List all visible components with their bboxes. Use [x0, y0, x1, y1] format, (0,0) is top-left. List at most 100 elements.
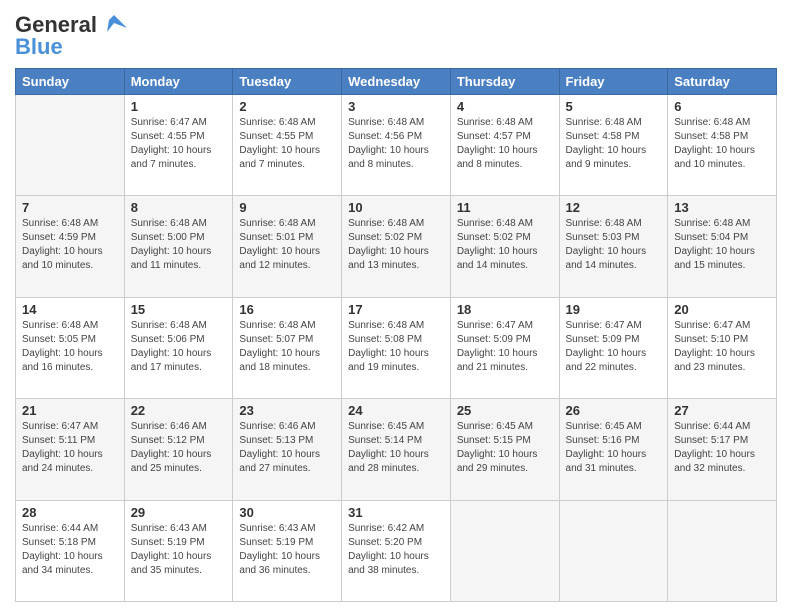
- calendar-week-4: 21 Sunrise: 6:47 AM Sunset: 5:11 PM Dayli…: [16, 399, 777, 500]
- calendar-cell: 8Sunrise: 6:48 AM Sunset: 5:00 PM Daylig…: [124, 196, 233, 297]
- day-number: 11: [457, 200, 553, 215]
- calendar-cell: 13 Sunrise: 6:48 AM Sunset: 5:04 PM Dayli…: [668, 196, 777, 297]
- calendar-cell: 30 Sunrise: 6:43 AM Sunset: 5:19 PM Dayli…: [233, 500, 342, 601]
- calendar-cell: 11 Sunrise: 6:48 AM Sunset: 5:02 PM Dayli…: [450, 196, 559, 297]
- calendar-week-2: 7Sunrise: 6:48 AM Sunset: 4:59 PM Daylig…: [16, 196, 777, 297]
- weekday-header-wednesday: Wednesday: [342, 69, 451, 95]
- day-number: 4: [457, 99, 553, 114]
- day-info: Sunrise: 6:47 AM Sunset: 5:09 PM Dayligh…: [457, 319, 553, 375]
- day-info: Sunrise: 6:48 AM Sunset: 5:01 PM Dayligh…: [239, 217, 335, 273]
- day-number: 17: [348, 302, 444, 317]
- day-info: Sunrise: 6:47 AM Sunset: 4:55 PM Dayligh…: [131, 116, 227, 172]
- calendar-cell: 22 Sunrise: 6:46 AM Sunset: 5:12 PM Dayli…: [124, 399, 233, 500]
- day-info: Sunrise: 6:45 AM Sunset: 5:14 PM Dayligh…: [348, 420, 444, 476]
- calendar-cell: 27 Sunrise: 6:44 AM Sunset: 5:17 PM Dayli…: [668, 399, 777, 500]
- day-info: Sunrise: 6:43 AM Sunset: 5:19 PM Dayligh…: [239, 522, 335, 578]
- calendar-cell: 31 Sunrise: 6:42 AM Sunset: 5:20 PM Dayli…: [342, 500, 451, 601]
- day-number: 13: [674, 200, 770, 215]
- logo-bird-icon: [99, 10, 129, 40]
- day-info: Sunrise: 6:48 AM Sunset: 5:02 PM Dayligh…: [457, 217, 553, 273]
- calendar-cell: 5 Sunrise: 6:48 AM Sunset: 4:58 PM Daylig…: [559, 95, 668, 196]
- day-number: 16: [239, 302, 335, 317]
- calendar-cell: 20Sunrise: 6:47 AM Sunset: 5:10 PM Dayli…: [668, 297, 777, 398]
- calendar-cell: 14 Sunrise: 6:48 AM Sunset: 5:05 PM Dayli…: [16, 297, 125, 398]
- calendar-cell: 15 Sunrise: 6:48 AM Sunset: 5:06 PM Dayli…: [124, 297, 233, 398]
- calendar-cell: [668, 500, 777, 601]
- calendar-cell: 10Sunrise: 6:48 AM Sunset: 5:02 PM Dayli…: [342, 196, 451, 297]
- day-number: 29: [131, 505, 227, 520]
- day-number: 22: [131, 403, 227, 418]
- day-info: Sunrise: 6:42 AM Sunset: 5:20 PM Dayligh…: [348, 522, 444, 578]
- calendar-header-row: SundayMondayTuesdayWednesdayThursdayFrid…: [16, 69, 777, 95]
- day-number: 1: [131, 99, 227, 114]
- day-number: 18: [457, 302, 553, 317]
- day-number: 24: [348, 403, 444, 418]
- calendar-cell: 29 Sunrise: 6:43 AM Sunset: 5:19 PM Dayli…: [124, 500, 233, 601]
- calendar-week-5: 28Sunrise: 6:44 AM Sunset: 5:18 PM Dayli…: [16, 500, 777, 601]
- calendar-cell: 16Sunrise: 6:48 AM Sunset: 5:07 PM Dayli…: [233, 297, 342, 398]
- header: General Blue: [15, 10, 777, 60]
- weekday-header-monday: Monday: [124, 69, 233, 95]
- calendar-table: SundayMondayTuesdayWednesdayThursdayFrid…: [15, 68, 777, 602]
- day-info: Sunrise: 6:48 AM Sunset: 4:56 PM Dayligh…: [348, 116, 444, 172]
- calendar-cell: [450, 500, 559, 601]
- day-info: Sunrise: 6:47 AM Sunset: 5:09 PM Dayligh…: [566, 319, 662, 375]
- day-info: Sunrise: 6:48 AM Sunset: 4:55 PM Dayligh…: [239, 116, 335, 172]
- calendar-cell: 23 Sunrise: 6:46 AM Sunset: 5:13 PM Dayli…: [233, 399, 342, 500]
- calendar-cell: 2Sunrise: 6:48 AM Sunset: 4:55 PM Daylig…: [233, 95, 342, 196]
- calendar-cell: [559, 500, 668, 601]
- day-info: Sunrise: 6:48 AM Sunset: 4:59 PM Dayligh…: [22, 217, 118, 273]
- day-number: 19: [566, 302, 662, 317]
- day-number: 8: [131, 200, 227, 215]
- day-info: Sunrise: 6:47 AM Sunset: 5:10 PM Dayligh…: [674, 319, 770, 375]
- day-info: Sunrise: 6:48 AM Sunset: 5:04 PM Dayligh…: [674, 217, 770, 273]
- calendar-cell: 18 Sunrise: 6:47 AM Sunset: 5:09 PM Dayli…: [450, 297, 559, 398]
- weekday-header-tuesday: Tuesday: [233, 69, 342, 95]
- calendar-week-1: 1 Sunrise: 6:47 AM Sunset: 4:55 PM Daylig…: [16, 95, 777, 196]
- day-number: 31: [348, 505, 444, 520]
- day-number: 26: [566, 403, 662, 418]
- calendar-cell: 6 Sunrise: 6:48 AM Sunset: 4:58 PM Daylig…: [668, 95, 777, 196]
- day-number: 28: [22, 505, 118, 520]
- weekday-header-sunday: Sunday: [16, 69, 125, 95]
- day-number: 10: [348, 200, 444, 215]
- calendar-cell: 25 Sunrise: 6:45 AM Sunset: 5:15 PM Dayli…: [450, 399, 559, 500]
- calendar-cell: 12 Sunrise: 6:48 AM Sunset: 5:03 PM Dayli…: [559, 196, 668, 297]
- calendar-cell: 24 Sunrise: 6:45 AM Sunset: 5:14 PM Dayli…: [342, 399, 451, 500]
- weekday-header-saturday: Saturday: [668, 69, 777, 95]
- day-info: Sunrise: 6:48 AM Sunset: 5:03 PM Dayligh…: [566, 217, 662, 273]
- day-number: 15: [131, 302, 227, 317]
- day-number: 6: [674, 99, 770, 114]
- calendar-cell: 28Sunrise: 6:44 AM Sunset: 5:18 PM Dayli…: [16, 500, 125, 601]
- day-info: Sunrise: 6:43 AM Sunset: 5:19 PM Dayligh…: [131, 522, 227, 578]
- day-info: Sunrise: 6:48 AM Sunset: 4:57 PM Dayligh…: [457, 116, 553, 172]
- day-info: Sunrise: 6:46 AM Sunset: 5:13 PM Dayligh…: [239, 420, 335, 476]
- day-info: Sunrise: 6:48 AM Sunset: 4:58 PM Dayligh…: [566, 116, 662, 172]
- day-number: 27: [674, 403, 770, 418]
- calendar-cell: 17Sunrise: 6:48 AM Sunset: 5:08 PM Dayli…: [342, 297, 451, 398]
- day-number: 21: [22, 403, 118, 418]
- calendar-week-3: 14 Sunrise: 6:48 AM Sunset: 5:05 PM Dayli…: [16, 297, 777, 398]
- day-number: 9: [239, 200, 335, 215]
- day-info: Sunrise: 6:44 AM Sunset: 5:17 PM Dayligh…: [674, 420, 770, 476]
- day-number: 12: [566, 200, 662, 215]
- day-number: 5: [566, 99, 662, 114]
- day-number: 30: [239, 505, 335, 520]
- day-number: 25: [457, 403, 553, 418]
- calendar-cell: 1 Sunrise: 6:47 AM Sunset: 4:55 PM Daylig…: [124, 95, 233, 196]
- logo: General Blue: [15, 10, 129, 60]
- day-info: Sunrise: 6:48 AM Sunset: 5:06 PM Dayligh…: [131, 319, 227, 375]
- day-number: 23: [239, 403, 335, 418]
- day-number: 14: [22, 302, 118, 317]
- weekday-header-friday: Friday: [559, 69, 668, 95]
- calendar-cell: 9 Sunrise: 6:48 AM Sunset: 5:01 PM Daylig…: [233, 196, 342, 297]
- calendar-cell: 26 Sunrise: 6:45 AM Sunset: 5:16 PM Dayli…: [559, 399, 668, 500]
- day-info: Sunrise: 6:48 AM Sunset: 5:05 PM Dayligh…: [22, 319, 118, 375]
- day-info: Sunrise: 6:45 AM Sunset: 5:15 PM Dayligh…: [457, 420, 553, 476]
- calendar-cell: 21 Sunrise: 6:47 AM Sunset: 5:11 PM Dayli…: [16, 399, 125, 500]
- calendar-cell: 3Sunrise: 6:48 AM Sunset: 4:56 PM Daylig…: [342, 95, 451, 196]
- day-info: Sunrise: 6:47 AM Sunset: 5:11 PM Dayligh…: [22, 420, 118, 476]
- day-info: Sunrise: 6:46 AM Sunset: 5:12 PM Dayligh…: [131, 420, 227, 476]
- day-info: Sunrise: 6:45 AM Sunset: 5:16 PM Dayligh…: [566, 420, 662, 476]
- day-info: Sunrise: 6:48 AM Sunset: 4:58 PM Dayligh…: [674, 116, 770, 172]
